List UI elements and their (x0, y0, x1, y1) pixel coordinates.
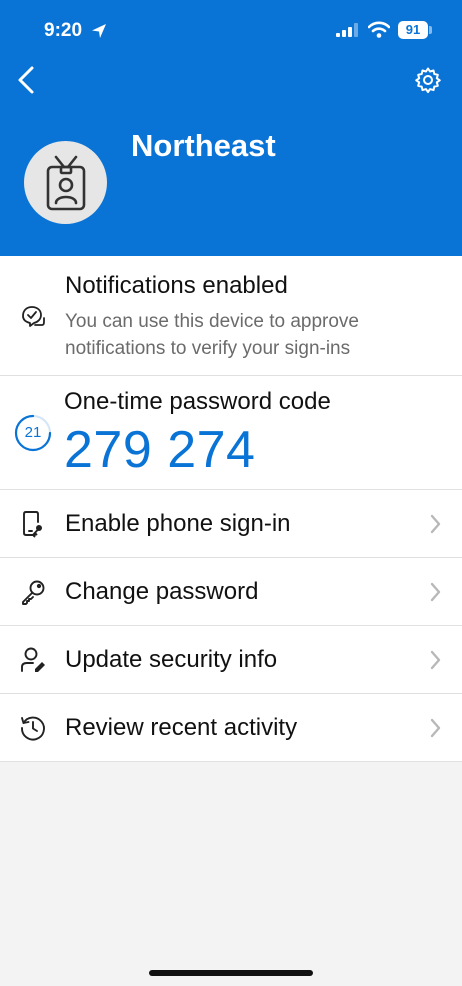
status-time: 9:20 (44, 20, 83, 41)
battery-indicator: 91 (398, 21, 428, 39)
account-header: 9:20 91 Northeast (0, 0, 462, 256)
gear-icon (415, 67, 441, 94)
update-security-info-row[interactable]: Update security info (0, 626, 462, 694)
key-icon (18, 577, 48, 607)
menu-item-label: Enable phone sign-in (65, 510, 291, 537)
account-name: Northeast (131, 128, 276, 163)
person-edit-icon (18, 645, 48, 675)
chevron-left-icon (18, 66, 34, 94)
back-button[interactable] (6, 60, 46, 100)
otp-code[interactable]: 279 274 (64, 420, 255, 480)
battery-level: 91 (405, 22, 421, 37)
menu-item-label: Update security info (65, 646, 278, 673)
home-indicator[interactable] (149, 970, 313, 976)
review-recent-activity-row[interactable]: Review recent activity (0, 694, 462, 762)
history-icon (18, 713, 48, 743)
enable-phone-sign-in-row[interactable]: Enable phone sign-in (0, 490, 462, 558)
chevron-right-icon (430, 650, 441, 670)
wifi-icon (368, 21, 390, 38)
notifications-title: Notifications enabled (65, 272, 288, 299)
status-bar: 9:20 91 (0, 0, 462, 60)
cellular-signal-icon (336, 23, 358, 37)
otp-card: 21 One-time password code 279 274 (0, 376, 462, 490)
settings-button[interactable] (410, 62, 446, 98)
change-password-row[interactable]: Change password (0, 558, 462, 626)
chevron-right-icon (430, 514, 441, 534)
notifications-status-card: Notifications enabled You can use this d… (0, 256, 462, 376)
notification-check-icon (18, 302, 48, 332)
menu-item-label: Change password (65, 578, 259, 605)
phone-key-icon (18, 509, 48, 539)
notifications-description: You can use this device to approve notif… (65, 311, 359, 359)
chevron-right-icon (430, 718, 441, 738)
location-arrow-icon (92, 24, 106, 38)
chevron-right-icon (430, 582, 441, 602)
otp-title: One-time password code (64, 388, 331, 415)
menu-item-label: Review recent activity (65, 714, 298, 741)
otp-seconds-left: 21 (24, 424, 42, 441)
battery-nub (429, 26, 432, 34)
id-badge-icon (46, 155, 85, 210)
account-avatar (24, 141, 107, 224)
